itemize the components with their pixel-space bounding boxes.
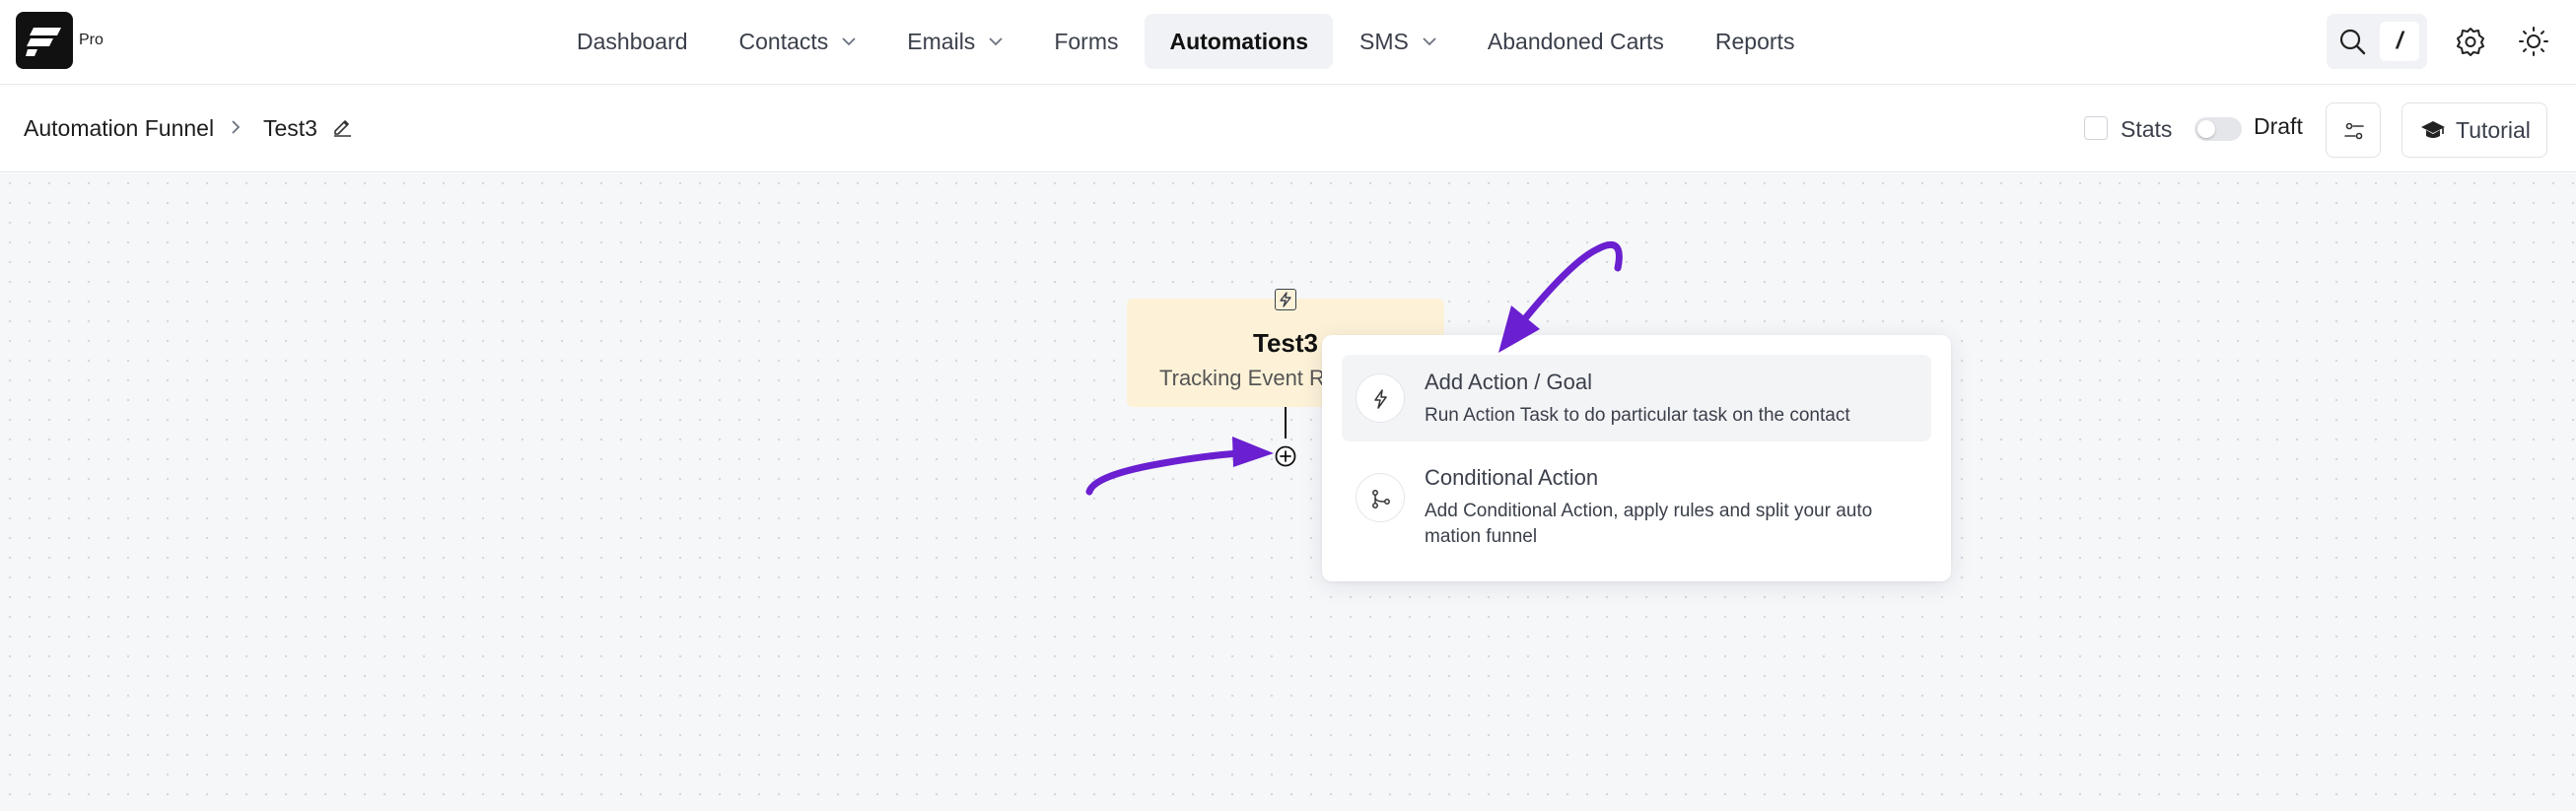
funnel-settings-button[interactable] [2326,102,2381,158]
toggle-knob [2197,120,2215,138]
nav-emails[interactable]: Emails [882,14,1027,69]
nav-automations[interactable]: Automations [1145,14,1334,69]
chevron-down-icon [842,36,856,46]
add-step-menu: Add Action / Goal Run Action Task to do … [1322,335,1951,581]
breadcrumb-current: Test3 [263,115,317,141]
brand-badge: Pro [79,32,104,48]
menu-item-conditional-action[interactable]: Conditional Action Add Conditional Actio… [1342,451,1931,558]
breadcrumb-automation-funnel[interactable]: Automation Funnel [24,115,214,142]
theme-toggle-sun-icon[interactable] [2519,27,2548,61]
tutorial-label: Tutorial [2456,116,2531,143]
chevron-down-icon [989,36,1003,46]
nav-abandoned-carts[interactable]: Abandoned Carts [1463,14,1689,69]
nav-label: Forms [1054,28,1119,54]
nav-sms[interactable]: SMS [1335,14,1461,69]
bolt-icon [1356,373,1405,423]
chevron-right-icon [231,119,241,140]
add-step-plus-icon[interactable] [1275,445,1296,467]
trigger-bolt-icon [1275,289,1296,310]
nav-forms[interactable]: Forms [1029,14,1143,69]
tutorial-button[interactable]: Tutorial [2402,102,2547,158]
graduation-cap-icon [2421,121,2445,138]
main-nav: Dashboard Contacts Emails Forms Automati… [552,14,1821,69]
stats-label: Stats [2121,116,2173,142]
nav-label: Contacts [738,28,829,54]
trigger-subtitle: Tracking Event R [1159,366,1325,390]
nav-label: Automations [1169,28,1309,54]
search-icon [2338,28,2366,60]
draft-label: Draft [2254,113,2303,139]
nav-contacts[interactable]: Contacts [715,14,881,69]
nav-reports[interactable]: Reports [1691,14,1820,69]
menu-item-add-action-goal[interactable]: Add Action / Goal Run Action Task to do … [1342,355,1931,441]
logo-mark-icon [26,28,61,56]
top-navigation: Pro Dashboard Contacts Emails Forms Auto… [0,0,2576,85]
search-shortcut-key: / [2380,22,2419,61]
settings-gear-icon[interactable] [2456,27,2485,61]
edit-pencil-icon[interactable] [331,115,353,142]
nav-label: Emails [907,28,976,54]
branch-icon [1356,473,1405,522]
nav-label: Abandoned Carts [1487,28,1664,54]
menu-item-title: Conditional Action [1425,465,1599,490]
nav-label: Dashboard [577,28,688,54]
automation-canvas[interactable] [0,173,2576,811]
nav-dashboard[interactable]: Dashboard [552,14,713,69]
menu-item-description: Add Conditional Action, apply rules and … [1425,501,1873,547]
sliders-icon [2344,122,2364,140]
nav-label: SMS [1359,28,1409,54]
app-logo[interactable] [16,12,73,69]
search-button[interactable]: / [2327,14,2427,69]
node-connector-line [1285,407,1287,439]
chevron-down-icon [1423,36,1436,46]
draft-toggle[interactable] [2194,117,2242,141]
stats-checkbox[interactable] [2084,116,2108,140]
menu-item-title: Add Action / Goal [1425,370,1592,394]
funnel-toolbar: Automation Funnel Test3 Stats Draft Tuto… [0,86,2576,172]
menu-item-description: Run Action Task to do particular task on… [1425,405,1850,426]
nav-label: Reports [1714,28,1795,54]
